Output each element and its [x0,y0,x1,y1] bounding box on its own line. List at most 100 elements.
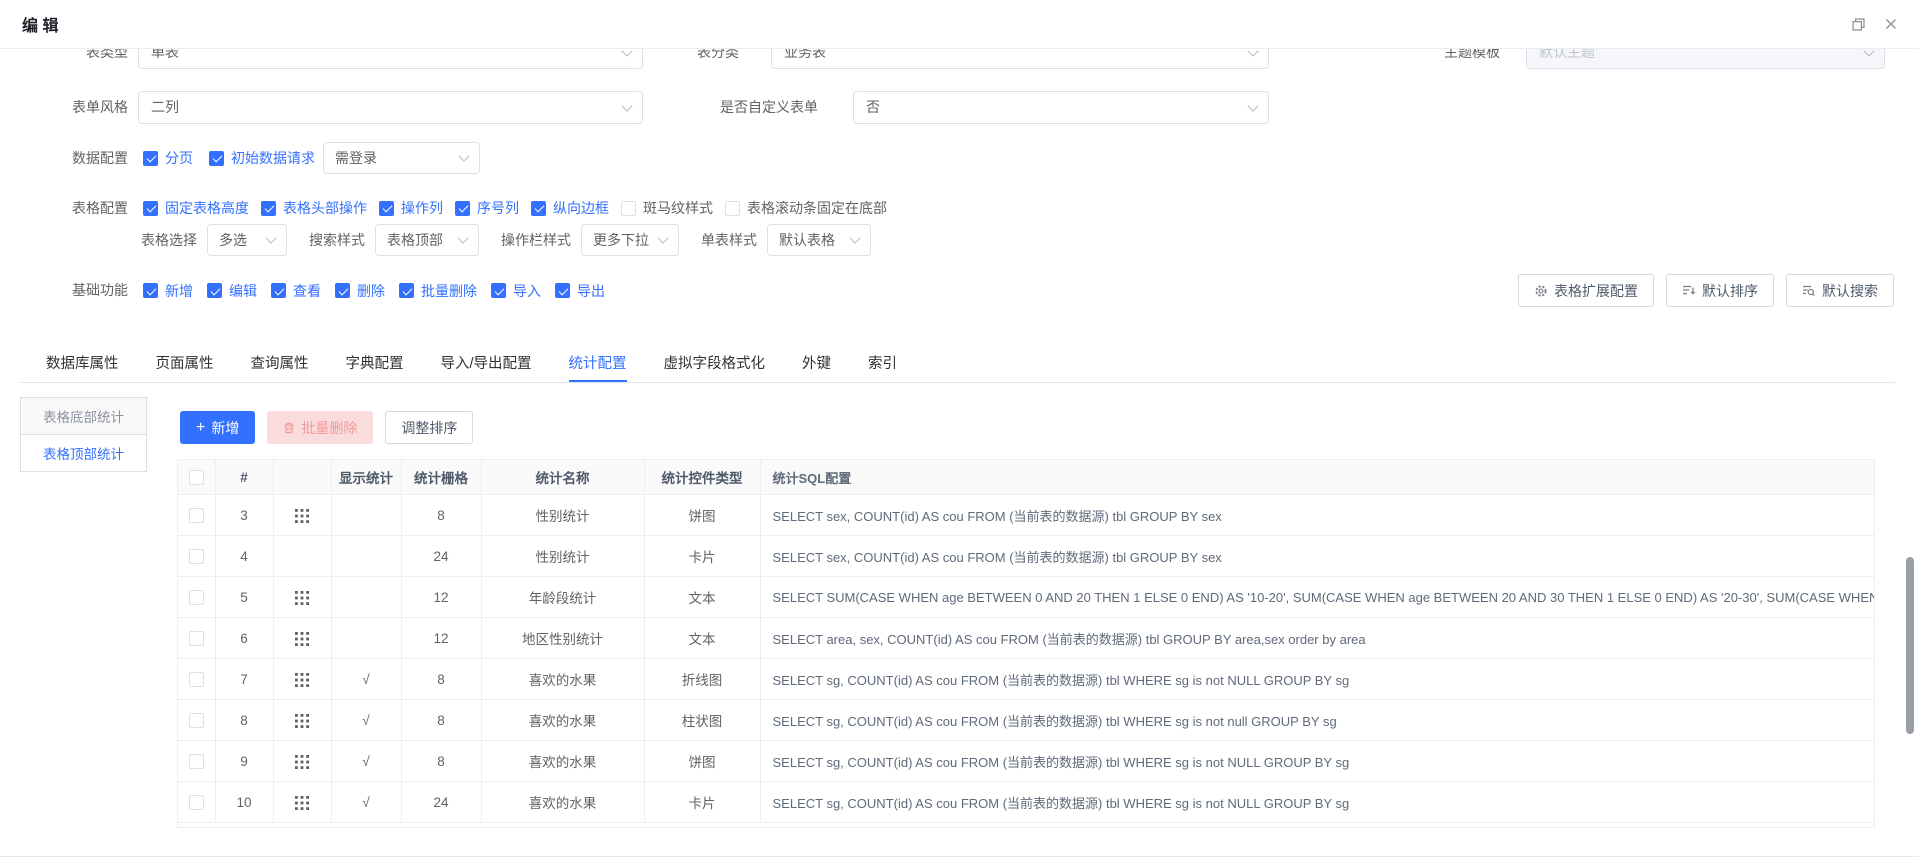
drag-handle[interactable] [273,741,331,782]
col-index: # [215,460,273,495]
row-checkbox[interactable] [189,713,204,728]
row-index: 8 [215,700,273,741]
form-style-value: 二列 [151,99,179,115]
show-stat-value [331,495,401,536]
table-row: 4 24 性别统计 卡片 SELECT sex, COUNT(id) AS co… [178,536,1874,577]
drag-icon [295,755,309,769]
stat-sql-value: SELECT sg, COUNT(id) AS cou FROM (当前表的数据… [760,659,1874,700]
top-action-buttons: 表格扩展配置 默认排序 默认搜索 [1518,274,1894,307]
side-tab-table-top-stats[interactable]: 表格顶部统计 [20,434,147,472]
drag-handle[interactable] [273,659,331,700]
tab-index[interactable]: 索引 [868,348,897,382]
drag-icon [295,509,309,523]
checkbox-view[interactable]: 查看 [271,281,321,301]
checkbox-box [399,283,414,298]
checkbox-import[interactable]: 导入 [491,281,541,301]
checkbox-box [455,201,470,216]
vertical-scrollbar-thumb[interactable] [1906,557,1914,734]
stat-control-value: 文本 [644,618,760,659]
checkbox-zebra-stripe[interactable]: 斑马纹样式 [621,198,713,218]
table-row: 5 12 年龄段统计 文本 SELECT SUM(CASE WHEN age B… [178,577,1874,618]
row-checkbox[interactable] [189,631,204,646]
base-func-label: 基础功能 [72,274,128,307]
select-all-checkbox[interactable] [189,470,204,485]
tab-query-props[interactable]: 查询属性 [251,348,309,382]
add-button[interactable]: + 新增 [180,411,255,444]
checkbox-delete[interactable]: 删除 [335,281,385,301]
row-checkbox[interactable] [189,672,204,687]
default-sort-button[interactable]: 默认排序 [1666,274,1774,307]
tab-foreign-key[interactable]: 外键 [802,348,831,382]
checkbox-fixed-table-height[interactable]: 固定表格高度 [143,198,249,218]
tab-page-props[interactable]: 页面属性 [156,348,214,382]
checkbox-add[interactable]: 新增 [143,281,193,301]
close-icon[interactable] [1885,18,1897,30]
stats-side-tabs: 表格底部统计 表格顶部统计 [20,397,147,472]
single-table-style-select[interactable]: 默认表格 [767,224,871,256]
side-tab-table-bottom-stats[interactable]: 表格底部统计 [20,397,147,435]
checkbox-scrollbar-fixed-bottom[interactable]: 表格滚动条固定在底部 [725,198,887,218]
checkbox-edit[interactable]: 编辑 [207,281,257,301]
action-bar-style-select[interactable]: 更多下拉 [581,224,679,256]
drag-handle[interactable] [273,700,331,741]
stats-toolbar: + 新增 批量删除 调整排序 [180,411,473,444]
row-index: 9 [215,741,273,782]
row-index: 5 [215,577,273,618]
drag-icon [295,796,309,810]
row-index: 10 [215,782,273,823]
row-checkbox[interactable] [189,549,204,564]
tab-statistics-config[interactable]: 统计配置 [569,348,627,382]
drag-icon [295,673,309,687]
col-stat-name: 统计名称 [481,460,644,495]
col-stat-grid: 统计栅格 [401,460,481,495]
checkbox-vertical-border[interactable]: 纵向边框 [531,198,609,218]
show-stat-value: √ [331,659,401,700]
tab-database-props[interactable]: 数据库属性 [46,348,119,382]
checkbox-action-column[interactable]: 操作列 [379,198,443,218]
login-required-select[interactable]: 需登录 [323,142,480,174]
checkbox-box [209,151,224,166]
batch-delete-button[interactable]: 批量删除 [267,411,373,444]
row-checkbox[interactable] [189,795,204,810]
checkbox-box [143,151,158,166]
form-style-select[interactable]: 二列 [138,91,643,124]
tab-import-export-config[interactable]: 导入/导出配置 [441,348,532,382]
checkbox-index-column[interactable]: 序号列 [455,198,519,218]
show-stat-value [331,536,401,577]
checkbox-box [271,283,286,298]
tab-dict-config[interactable]: 字典配置 [346,348,404,382]
stat-sql-value: SELECT sex, COUNT(id) AS cou FROM (当前表的数… [760,536,1874,577]
checkbox-table-header-actions[interactable]: 表格头部操作 [261,198,367,218]
config-tabs: 数据库属性 页面属性 查询属性 字典配置 导入/导出配置 统计配置 虚拟字段格式… [20,348,1895,383]
custom-form-select[interactable]: 否 [853,91,1269,124]
checkbox-batch-delete[interactable]: 批量删除 [399,281,477,301]
checkbox-initial-data-request[interactable]: 初始数据请求 [209,148,315,168]
restore-icon[interactable] [1852,18,1865,31]
checkbox-box [207,283,222,298]
show-stat-value [331,618,401,659]
stat-name-value: 性别统计 [481,495,644,536]
row-checkbox[interactable] [189,590,204,605]
form-style-label: 表单风格 [72,91,128,124]
table-select-mode-select[interactable]: 多选 [207,224,287,256]
stat-name-value: 性别统计 [481,536,644,577]
checkbox-pagination[interactable]: 分页 [143,148,193,168]
drag-handle[interactable] [273,577,331,618]
table-expand-config-button[interactable]: 表格扩展配置 [1518,274,1654,307]
drag-handle[interactable] [273,495,331,536]
search-style-select[interactable]: 表格顶部 [375,224,479,256]
stat-grid-value: 24 [401,782,481,823]
checkbox-export[interactable]: 导出 [555,281,605,301]
default-search-button[interactable]: 默认搜索 [1786,274,1894,307]
adjust-sort-button[interactable]: 调整排序 [385,411,473,444]
trash-icon [283,422,295,434]
table-row: 9 √ 8 喜欢的水果 饼图 SELECT sg, COUNT(id) AS c… [178,741,1874,782]
drag-handle[interactable] [273,618,331,659]
drag-handle[interactable] [273,782,331,823]
show-stat-value: √ [331,741,401,782]
row-checkbox[interactable] [189,508,204,523]
row-checkbox[interactable] [189,754,204,769]
stat-sql-value: SELECT sg, COUNT(id) AS cou FROM (当前表的数据… [760,741,1874,782]
show-stat-value: √ [331,782,401,823]
tab-virtual-field-format[interactable]: 虚拟字段格式化 [664,348,766,382]
